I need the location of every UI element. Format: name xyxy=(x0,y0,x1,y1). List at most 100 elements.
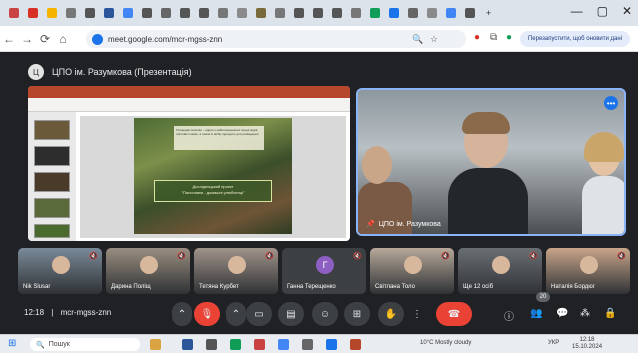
update-chrome-button[interactable]: Перезапустити, щоб оновити дані xyxy=(520,31,630,47)
browser-tab[interactable] xyxy=(213,3,232,23)
activities-icon[interactable]: ⁂ xyxy=(580,308,590,319)
participant-tile[interactable]: 🔇 Nik Slusar xyxy=(18,248,102,294)
participant-tile[interactable]: 🔇 Ще 12 осіб xyxy=(458,248,542,294)
browser-tab[interactable] xyxy=(403,3,422,23)
browser-tab[interactable] xyxy=(4,3,23,23)
address-bar[interactable]: meet.google.com/mcr-mgss-znn 🔍 ☆ xyxy=(86,30,466,48)
extension-icon[interactable]: ● xyxy=(474,32,480,43)
taskbar-app-icon[interactable] xyxy=(278,339,289,350)
browser-tab[interactable] xyxy=(384,3,403,23)
leave-call-button[interactable]: ☎ xyxy=(436,302,472,326)
extensions-puzzle-icon[interactable]: ⧉ xyxy=(490,32,497,43)
participant-tile[interactable]: 🔇 Дарина Поліщ xyxy=(106,248,190,294)
taskbar-app-icon[interactable] xyxy=(302,339,313,350)
url-text: meet.google.com/mcr-mgss-znn xyxy=(108,34,223,44)
browser-tab[interactable] xyxy=(23,3,42,23)
browser-tab[interactable] xyxy=(61,3,80,23)
taskbar-app-icon[interactable] xyxy=(350,339,361,350)
chat-icon[interactable]: 💬 xyxy=(556,308,568,319)
browser-tab[interactable] xyxy=(270,3,289,23)
browser-tab[interactable] xyxy=(460,3,479,23)
participant-tile[interactable]: 🔇 Світлана Толо xyxy=(370,248,454,294)
browser-tab[interactable] xyxy=(289,3,308,23)
raise-hand-button[interactable]: ✋ xyxy=(378,302,404,326)
browser-tab[interactable] xyxy=(118,3,137,23)
browser-tab[interactable] xyxy=(42,3,61,23)
taskbar-app-icon[interactable] xyxy=(254,339,265,350)
browser-tab[interactable] xyxy=(99,3,118,23)
new-tab-button[interactable]: + xyxy=(479,3,498,23)
muted-mic-icon: 🔇 xyxy=(529,253,538,260)
info-icon[interactable]: ⓘ xyxy=(504,308,514,323)
reactions-button[interactable]: ☺ xyxy=(312,302,338,326)
mic-off-button[interactable]: 🎙︎ xyxy=(194,302,220,326)
tab-favicon-icon xyxy=(426,8,437,18)
featured-camera-tile[interactable]: ••• 📌 ЦПО ім. Разумкова xyxy=(356,88,626,236)
taskbar-app-icon[interactable] xyxy=(182,339,193,350)
taskbar-app-icon[interactable] xyxy=(326,339,337,350)
browser-tab[interactable] xyxy=(80,3,99,23)
participant-name: Nik Slusar xyxy=(23,284,51,290)
people-icon[interactable]: 👥 xyxy=(530,308,542,319)
taskbar-clock[interactable]: 12:18 15.10.2024 xyxy=(572,337,602,351)
browser-tab[interactable] xyxy=(232,3,251,23)
bookmark-star-icon[interactable]: ☆ xyxy=(430,34,438,45)
browser-tab[interactable] xyxy=(346,3,365,23)
camera-button[interactable]: ▭ xyxy=(246,302,272,326)
profile-avatar-icon[interactable]: ● xyxy=(506,32,512,43)
participant-face xyxy=(404,256,422,274)
close-window-button[interactable]: ✕ xyxy=(622,4,632,18)
taskbar-app-icon[interactable] xyxy=(206,339,217,350)
weather-widget[interactable]: 10°C Mostly cloudy xyxy=(420,340,471,346)
tab-favicon-icon xyxy=(445,8,456,18)
browser-tab[interactable] xyxy=(175,3,194,23)
browser-tab[interactable] xyxy=(441,3,460,23)
powerpoint-titlebar xyxy=(28,86,350,98)
taskbar-app-icon[interactable] xyxy=(150,339,161,350)
meeting-info: 12:18 | mcr-mgss-znn xyxy=(24,308,112,317)
language-indicator[interactable]: УКР xyxy=(548,340,559,346)
reload-icon[interactable]: ⟳ xyxy=(36,32,54,46)
back-icon[interactable]: ← xyxy=(0,32,18,46)
participant-name: Дарина Поліщ xyxy=(111,284,151,290)
more-options-button[interactable]: ⋮ xyxy=(410,302,424,326)
browser-tab[interactable] xyxy=(137,3,156,23)
browser-tab[interactable] xyxy=(308,3,327,23)
participant-tile[interactable]: 🔇 Наталія Бордюг xyxy=(546,248,630,294)
mic-options-chevron-icon[interactable]: ⌃ xyxy=(172,302,192,326)
presentation-title: ЦПО ім. Разумкова (Презентація) xyxy=(52,67,192,77)
participant-face xyxy=(228,256,246,274)
tab-favicon-icon xyxy=(27,8,38,18)
more-options-icon[interactable]: ••• xyxy=(604,96,618,110)
home-icon[interactable]: ⌂ xyxy=(54,32,72,46)
camera-icon: ▭ xyxy=(254,308,264,320)
minimize-button[interactable]: — xyxy=(571,4,583,18)
browser-tab[interactable] xyxy=(365,3,384,23)
participant-face xyxy=(580,256,598,274)
forward-icon[interactable]: → xyxy=(18,32,36,46)
slide-thumbnail xyxy=(34,120,70,140)
participant-name: Ганна Терещенко xyxy=(287,284,336,290)
browser-tab[interactable] xyxy=(156,3,175,23)
zoom-icon[interactable]: 🔍 xyxy=(412,34,423,45)
student-figure xyxy=(582,132,624,234)
windows-taskbar: ⊞ 🔍 Пошук 10°C Mostly cloudy УКР 12:18 1… xyxy=(0,334,638,353)
hand-icon: ✋ xyxy=(384,308,398,320)
taskbar-app-icon[interactable] xyxy=(230,339,241,350)
presentation-tile[interactable]: Глянецеві палички – однин з найпоширеніш… xyxy=(28,86,350,241)
browser-tab[interactable] xyxy=(194,3,213,23)
participant-tile[interactable]: Г 🔇 Ганна Терещенко xyxy=(282,248,366,294)
start-icon[interactable]: ⊞ xyxy=(8,338,16,349)
browser-tab[interactable] xyxy=(327,3,346,23)
taskbar-search[interactable]: 🔍 Пошук xyxy=(30,338,140,351)
browser-tab[interactable] xyxy=(422,3,441,23)
presentation-header: Ц ЦПО ім. Разумкова (Презентація) xyxy=(28,64,192,80)
browser-tab[interactable] xyxy=(251,3,270,23)
site-info-icon[interactable] xyxy=(92,33,103,45)
participant-tile[interactable]: 🔇 Тетяна Курбет xyxy=(194,248,278,294)
camera-options-chevron-icon[interactable]: ⌃ xyxy=(226,302,246,326)
captions-button[interactable]: ▤ xyxy=(278,302,304,326)
maximize-button[interactable]: ▢ xyxy=(597,4,608,18)
host-controls-icon[interactable]: 🔒 xyxy=(604,308,616,319)
present-button[interactable]: ⊞ xyxy=(344,302,370,326)
